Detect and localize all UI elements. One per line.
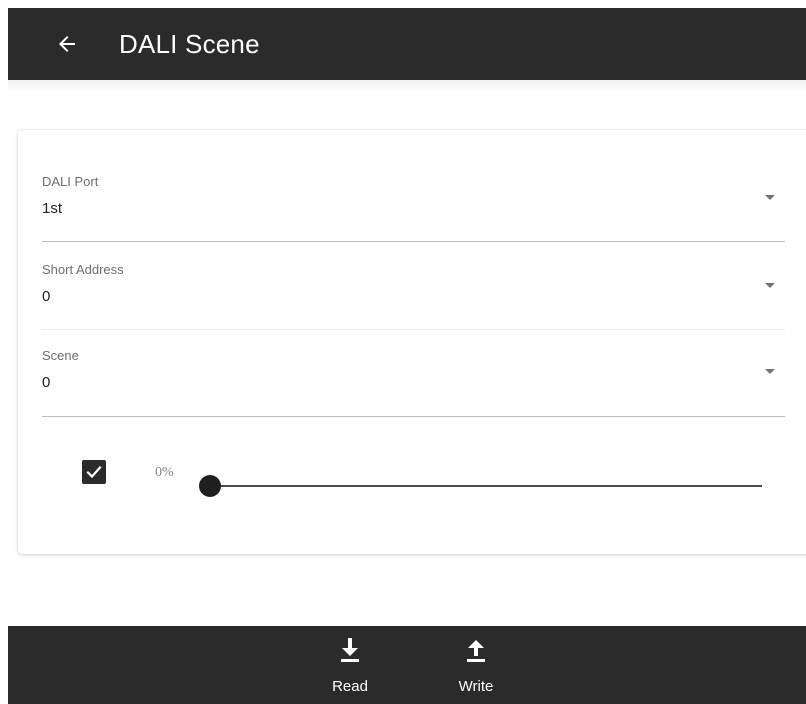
short-address-value: 0 (42, 288, 51, 305)
app-bar-shadow (8, 80, 806, 92)
level-percent-label: 0% (155, 465, 174, 480)
check-icon (86, 465, 102, 479)
read-label: Read (332, 678, 368, 695)
download-icon (341, 638, 359, 662)
bottom-action-bar: Read Write (8, 626, 806, 704)
dali-port-select[interactable]: DALI Port 1st (42, 174, 785, 244)
write-button[interactable]: Write (440, 626, 512, 704)
chevron-down-icon (765, 369, 775, 374)
page-title: DALI Scene (119, 29, 260, 59)
short-address-label: Short Address (42, 262, 124, 277)
short-address-select[interactable]: Short Address 0 (42, 262, 785, 332)
slider-track (210, 485, 762, 487)
short-address-underline (42, 329, 785, 330)
dali-port-label: DALI Port (42, 174, 99, 189)
chevron-down-icon (765, 195, 775, 200)
upload-icon (467, 640, 485, 662)
write-label: Write (458, 678, 494, 695)
scene-underline (42, 416, 785, 417)
slider-thumb[interactable] (199, 475, 221, 497)
level-enable-checkbox[interactable] (82, 460, 106, 484)
app-bar: DALI Scene (8, 8, 806, 80)
scene-card: DALI Port 1st Short Address 0 Scene 0 0% (18, 130, 806, 554)
dali-port-underline (42, 241, 785, 242)
chevron-down-icon (765, 283, 775, 288)
read-button[interactable]: Read (314, 626, 386, 704)
dali-port-value: 1st (42, 200, 63, 217)
scene-select[interactable]: Scene 0 (42, 348, 785, 418)
arrow-left-icon[interactable] (55, 32, 79, 56)
level-slider[interactable] (198, 471, 762, 501)
scene-value: 0 (42, 374, 51, 391)
scene-label: Scene (42, 348, 79, 363)
